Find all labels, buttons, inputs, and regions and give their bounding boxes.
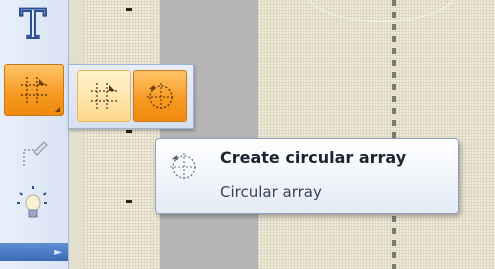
circular-array-button[interactable] (133, 70, 187, 122)
hoop-edge-band (160, 0, 258, 269)
toolbar-more-button[interactable]: ► (0, 243, 68, 261)
lightbulb-icon (17, 186, 49, 218)
angle-brush-button[interactable] (4, 128, 62, 178)
fabric-area-right[interactable] (258, 0, 495, 269)
stitch-guide-line (392, 0, 396, 269)
ruler-tick (126, 8, 132, 11)
text-tool-icon: T (19, 2, 48, 48)
angle-brush-icon (23, 141, 48, 166)
left-toolbar: T ► (0, 0, 69, 269)
tooltip-title: Create circular array (220, 148, 407, 167)
lightbulb-button[interactable] (4, 178, 62, 228)
array-tool-button[interactable] (4, 64, 64, 116)
canvas-margin (68, 0, 85, 269)
array-tool-icon (21, 77, 47, 103)
chevron-right-icon: ► (54, 247, 62, 258)
circular-array-icon (170, 153, 196, 179)
ruler-tick (126, 200, 132, 203)
tooltip-description: Circular array (220, 183, 322, 201)
ruler-tick (126, 130, 132, 133)
array-flyout-menu (68, 64, 194, 129)
circular-array-icon (147, 83, 173, 109)
rectangular-array-button[interactable] (77, 70, 131, 122)
tooltip: Create circular array Circular array (155, 138, 459, 214)
rectangular-array-icon (91, 83, 117, 109)
text-tool-button[interactable]: T (4, 0, 62, 50)
fabric-area-left[interactable] (84, 0, 156, 269)
